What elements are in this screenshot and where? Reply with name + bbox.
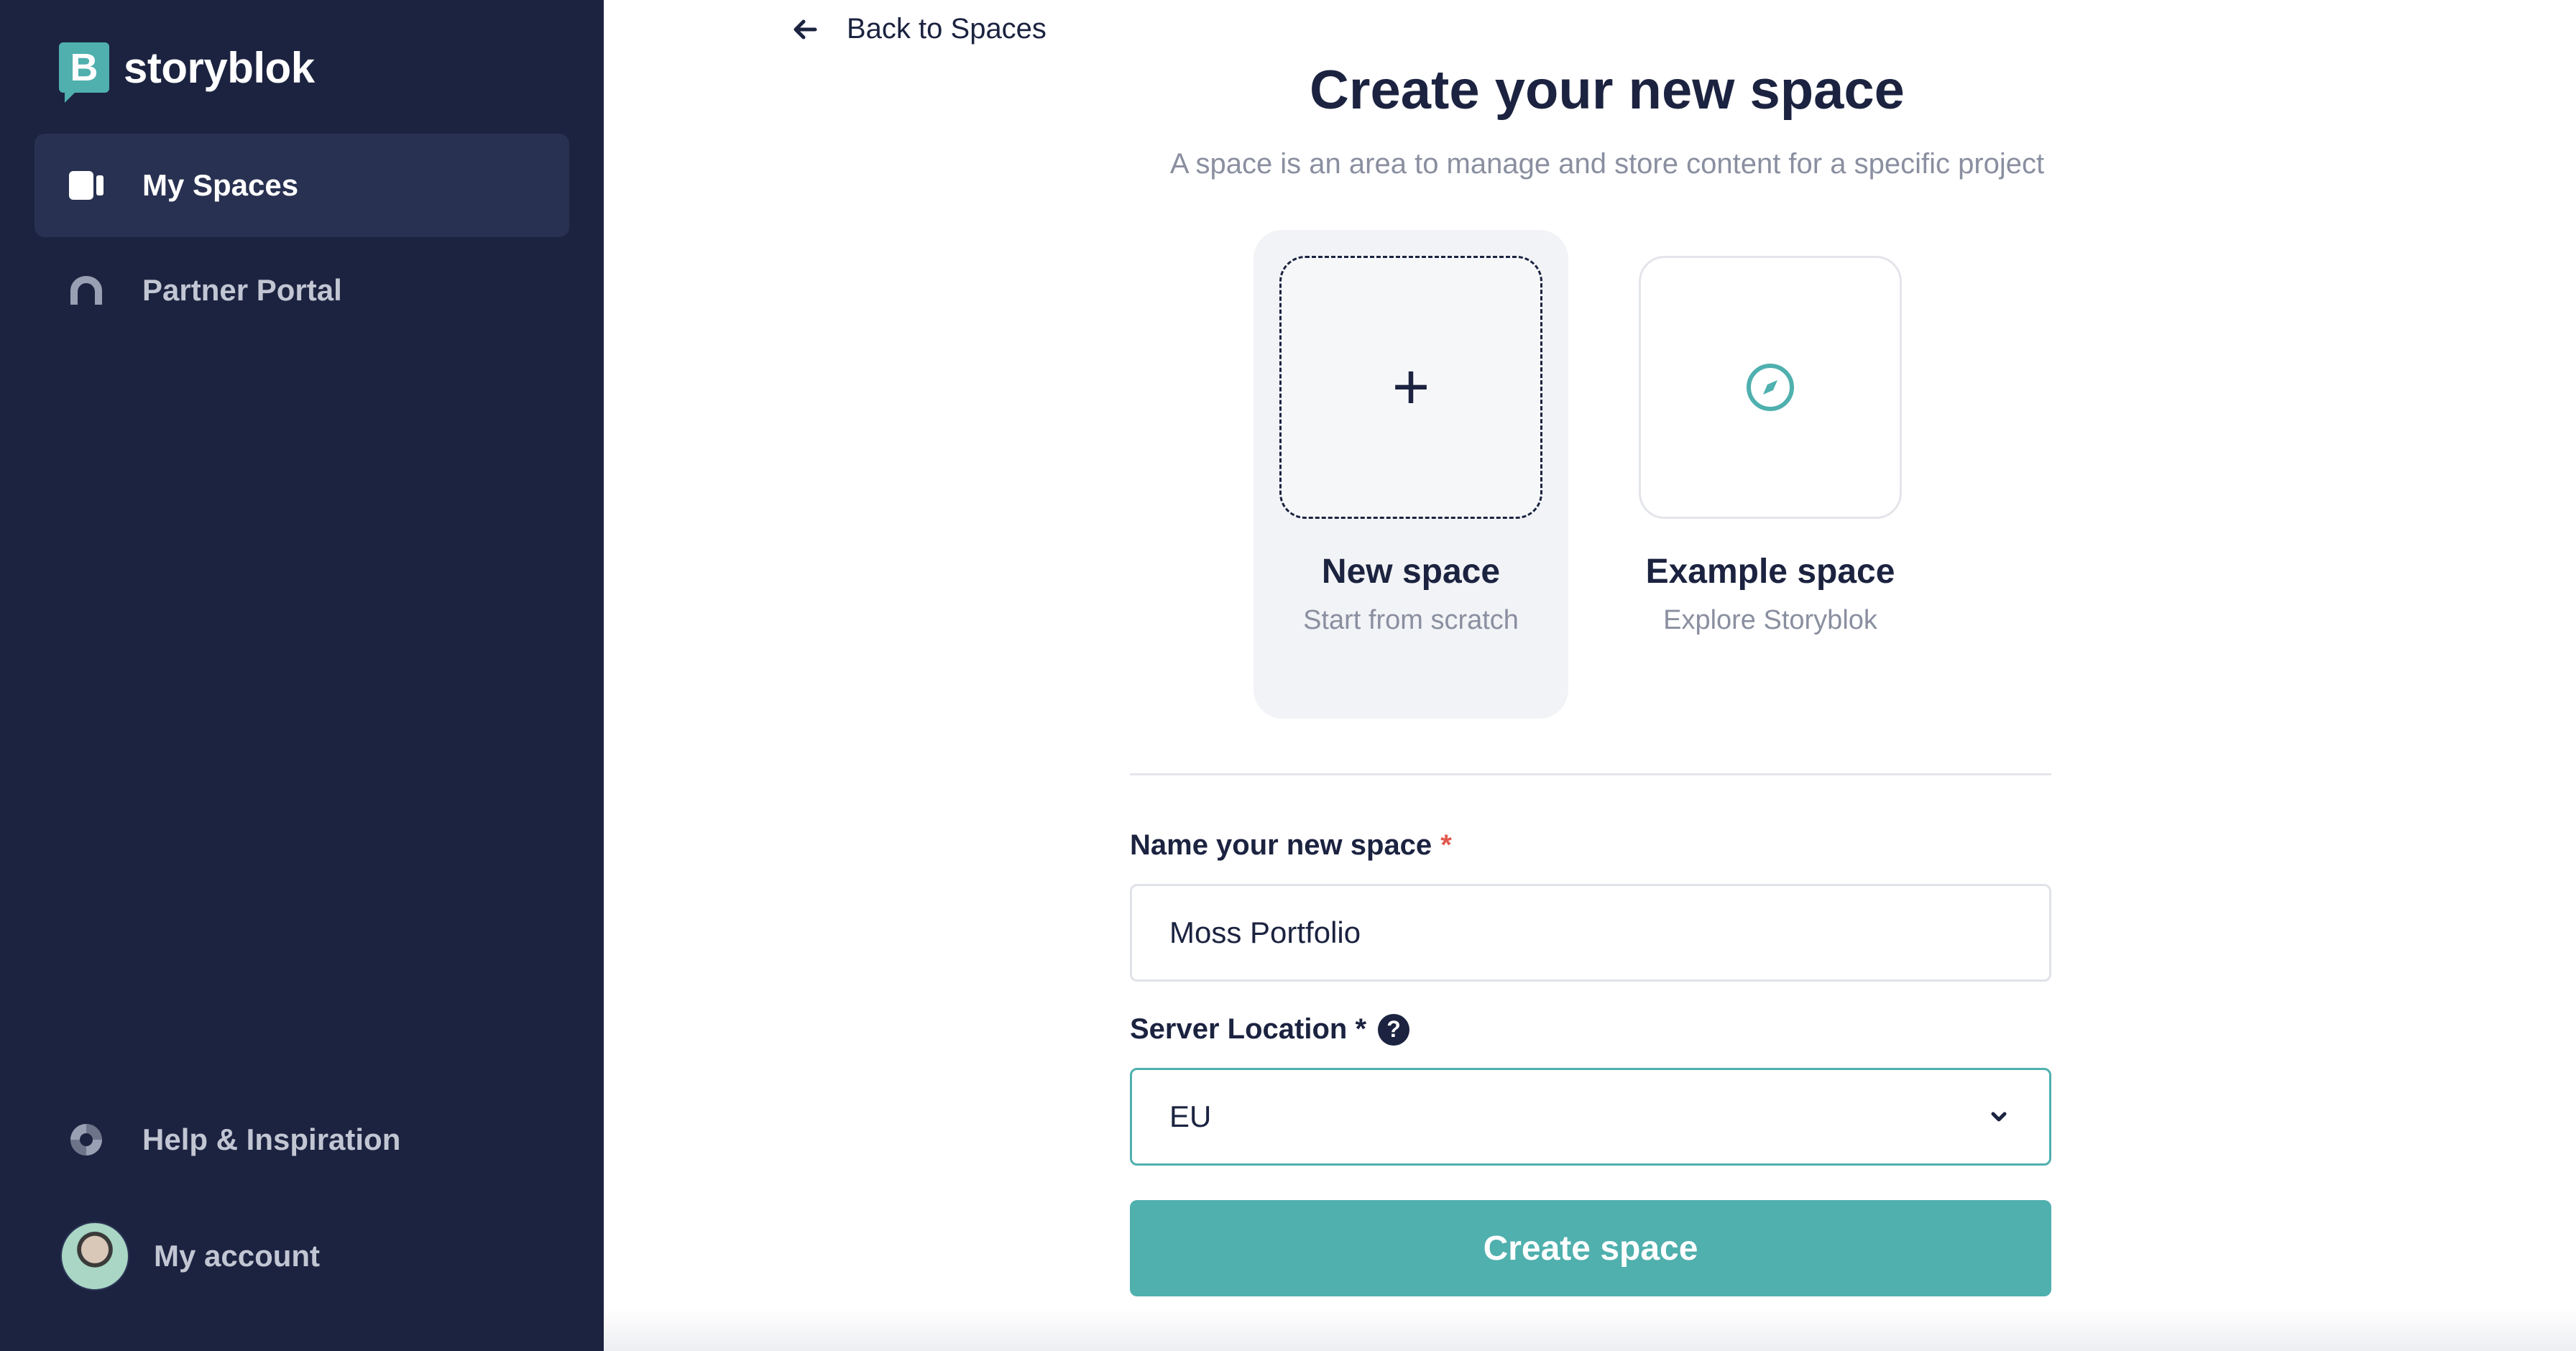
sidebar: B storyblok My Spaces Partner Portal Hel… <box>0 0 604 1351</box>
create-space-button[interactable]: Create space <box>1130 1200 2051 1296</box>
option-title: New space <box>1321 553 1501 591</box>
help-icon[interactable]: ? <box>1378 1013 1410 1046</box>
option-subtitle: Explore Storyblok <box>1663 605 1877 635</box>
chevron-down-icon <box>1991 1112 2007 1122</box>
space-name-label: Name your new space * <box>1130 829 1452 862</box>
option-new-space[interactable]: + <box>1254 230 1568 719</box>
page-subtitle: A space is an area to manage and store c… <box>1169 148 2045 180</box>
option-subtitle: Start from scratch <box>1303 605 1519 635</box>
space-name-value: Moss Portfolio <box>1169 916 1361 949</box>
main-content: Back to Spaces Create your new space A s… <box>604 0 2576 1351</box>
brand-logo[interactable]: B storyblok <box>59 37 315 103</box>
app-root: B storyblok My Spaces Partner Portal Hel… <box>0 0 2576 1351</box>
option-example-space[interactable] <box>1639 256 1902 519</box>
account-label: My account <box>154 1239 321 1273</box>
sidebar-item-label: Partner Portal <box>142 273 342 307</box>
back-to-spaces-link[interactable]: Back to Spaces <box>791 13 1046 45</box>
sidebar-item-partner-portal[interactable]: Partner Portal <box>34 239 569 342</box>
back-label: Back to Spaces <box>847 13 1046 45</box>
option-title: Example space <box>1645 553 1895 591</box>
compass-icon <box>1747 364 1794 411</box>
server-location-label-text: Server Location * <box>1130 1013 1367 1045</box>
sidebar-item-label: Help & Inspiration <box>142 1122 401 1156</box>
lifebuoy-icon <box>66 1120 106 1160</box>
brand-name: storyblok <box>124 43 315 92</box>
bottom-fade <box>604 1308 2576 1351</box>
server-location-value: EU <box>1169 1099 1212 1133</box>
required-marker: * <box>1440 829 1452 861</box>
arrow-left-icon <box>794 19 817 39</box>
server-location-select[interactable]: EU <box>1130 1068 2051 1166</box>
spaces-icon <box>66 165 106 206</box>
space-name-label-text: Name your new space <box>1130 829 1432 861</box>
new-space-tile: + <box>1279 256 1542 519</box>
sidebar-item-help-inspiration[interactable]: Help & Inspiration <box>34 1088 569 1191</box>
storyblok-logo-icon: B <box>59 42 109 103</box>
avatar <box>60 1222 129 1291</box>
sidebar-item-my-spaces[interactable]: My Spaces <box>34 134 569 237</box>
plus-icon: + <box>1392 351 1430 423</box>
space-name-input[interactable]: Moss Portfolio <box>1130 884 2051 982</box>
sidebar-item-label: My Spaces <box>142 168 299 202</box>
partner-portal-icon <box>66 270 106 310</box>
my-account-link[interactable]: My account <box>60 1222 320 1291</box>
section-divider <box>1130 773 2051 775</box>
page-title: Create your new space <box>1310 60 1905 121</box>
server-location-label: Server Location * ? <box>1130 1013 1410 1046</box>
